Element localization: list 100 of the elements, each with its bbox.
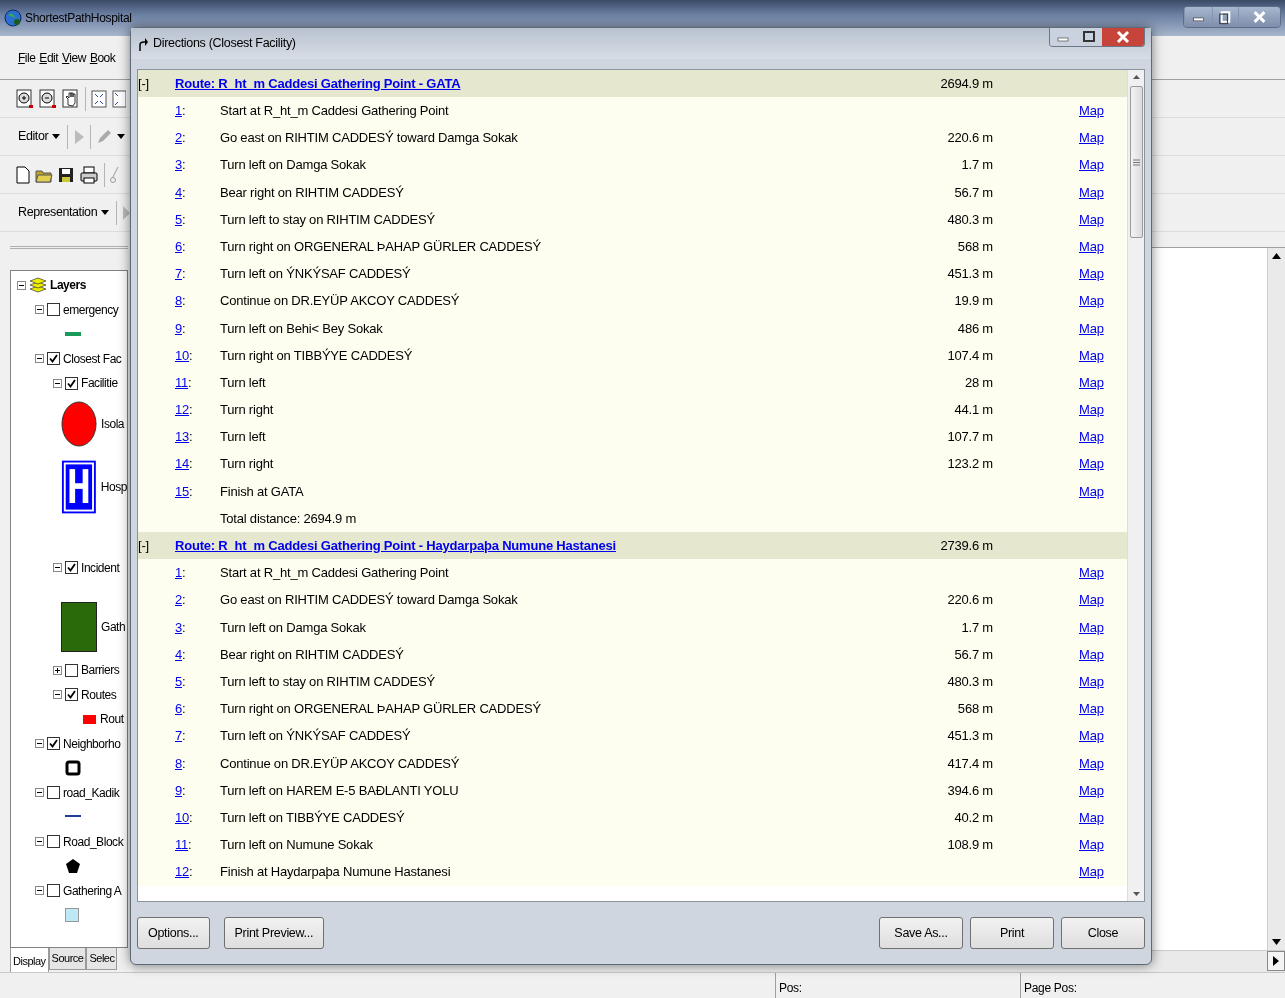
- map-link[interactable]: Map: [1079, 753, 1127, 774]
- fixed-zoom-out-icon[interactable]: [112, 89, 126, 108]
- pan-icon[interactable]: [62, 88, 80, 109]
- layer-name[interactable]: Gathering A: [63, 881, 122, 900]
- layer-name[interactable]: Closest Fac: [63, 349, 122, 368]
- checkbox[interactable]: [47, 786, 60, 800]
- collapse-icon[interactable]: [35, 739, 44, 749]
- collapse-icon[interactable]: [53, 378, 62, 388]
- map-link[interactable]: Map: [1079, 318, 1127, 339]
- menu-item[interactable]: File: [18, 48, 36, 67]
- map-link[interactable]: Map: [1079, 481, 1127, 502]
- layer-name[interactable]: Incident: [81, 558, 120, 577]
- collapse-icon[interactable]: [35, 886, 44, 896]
- expand-icon[interactable]: [53, 665, 62, 675]
- layer-name[interactable]: Neighborho: [63, 734, 121, 753]
- checkbox[interactable]: [47, 737, 60, 751]
- map-link[interactable]: Map: [1079, 780, 1127, 801]
- step-colon: :: [182, 292, 186, 311]
- map-link[interactable]: Map: [1079, 807, 1127, 828]
- map-link[interactable]: Map: [1079, 128, 1127, 148]
- route-link[interactable]: Route: R_ht_m Caddesi Gathering Point - GATA: [175, 73, 883, 94]
- map-link[interactable]: Map: [1079, 835, 1127, 855]
- map-link[interactable]: Map: [1079, 264, 1127, 284]
- layer-name[interactable]: Barriers: [81, 661, 120, 680]
- route-link[interactable]: Route: R_ht_m Caddesi Gathering Point - Haydarpaþa Numune Hastanesi: [175, 536, 883, 556]
- step-text: Bear right on RIHTIM CADDESÝ: [220, 183, 405, 202]
- collapse-toggle[interactable]: [-]: [138, 536, 175, 556]
- collapse-icon[interactable]: [53, 563, 62, 573]
- status-text: Page Pos:: [1024, 980, 1077, 997]
- menu-item[interactable]: Edit: [39, 48, 59, 67]
- checkbox[interactable]: [47, 352, 60, 366]
- dialog-button[interactable]: Print Preview...: [223, 917, 325, 949]
- step-distance: 1.7 m: [960, 618, 993, 637]
- map-link[interactable]: Map: [1079, 617, 1127, 638]
- menu-item[interactable]: View: [62, 48, 86, 67]
- tab[interactable]: Source: [48, 948, 87, 970]
- map-link[interactable]: Map: [1079, 590, 1127, 610]
- scroll-thumb[interactable]: [1129, 86, 1143, 238]
- menu-item[interactable]: Book: [89, 48, 116, 67]
- collapse-icon[interactable]: [35, 305, 44, 315]
- map-link[interactable]: Map: [1079, 699, 1127, 719]
- dialog-button[interactable]: Close: [1061, 917, 1145, 949]
- step-colon: :: [182, 237, 186, 256]
- collapse-icon[interactable]: [35, 354, 44, 364]
- map-link[interactable]: Map: [1079, 182, 1127, 203]
- map-link[interactable]: Map: [1079, 862, 1127, 882]
- layer-name[interactable]: Facilitie: [81, 374, 118, 393]
- restore-icon[interactable]: [1212, 7, 1238, 27]
- dialog-button[interactable]: Save As...: [879, 917, 963, 949]
- map-link[interactable]: Map: [1079, 291, 1127, 311]
- map-link[interactable]: Map: [1079, 671, 1127, 692]
- editor-menu[interactable]: Editor: [16, 125, 63, 148]
- collapse-icon[interactable]: [17, 280, 26, 290]
- pointer-icon[interactable]: [122, 204, 131, 221]
- checkbox[interactable]: [47, 835, 60, 849]
- step-distance: 417.4 m: [946, 754, 993, 773]
- checkbox[interactable]: [65, 376, 78, 390]
- checkbox[interactable]: [65, 663, 78, 677]
- new-file-icon[interactable]: [16, 165, 30, 184]
- fixed-zoom-in-icon[interactable]: [91, 89, 107, 108]
- dialog-button[interactable]: Print: [970, 917, 1054, 949]
- checkbox[interactable]: [65, 561, 78, 575]
- tab[interactable]: Selec: [86, 948, 118, 970]
- map-link[interactable]: Map: [1079, 563, 1127, 583]
- collapse-toggle[interactable]: [-]: [138, 73, 175, 94]
- checkbox[interactable]: [47, 303, 60, 317]
- collapse-icon[interactable]: [35, 837, 44, 847]
- representation-menu[interactable]: Representation: [16, 201, 112, 224]
- map-link[interactable]: Map: [1079, 345, 1127, 366]
- step-distance: 220.6 m: [946, 129, 993, 148]
- map-link[interactable]: Map: [1079, 155, 1127, 175]
- map-link[interactable]: Map: [1079, 644, 1127, 665]
- map-link[interactable]: Map: [1079, 454, 1127, 474]
- step-distance: 568 m: [956, 700, 993, 719]
- checkbox[interactable]: [65, 688, 78, 702]
- dialog-button[interactable]: Options...: [137, 917, 210, 949]
- route-distance: 2739.6 m: [939, 537, 993, 556]
- map-link[interactable]: Map: [1079, 101, 1127, 121]
- save-icon[interactable]: [58, 166, 74, 183]
- collapse-icon[interactable]: [35, 788, 44, 798]
- map-link[interactable]: Map: [1079, 726, 1127, 746]
- step-colon: :: [189, 346, 193, 365]
- layer-name[interactable]: Routes: [81, 685, 117, 704]
- map-link[interactable]: Map: [1079, 209, 1127, 230]
- tab[interactable]: Display: [10, 948, 49, 972]
- step-text: Turn right on ORGENERAL ÞAHAP GÜRLER CADDESÝ: [220, 237, 542, 256]
- map-link[interactable]: Map: [1079, 372, 1127, 393]
- checkbox[interactable]: [47, 884, 60, 898]
- layer-name[interactable]: Road_Block: [63, 832, 124, 851]
- map-link[interactable]: Map: [1079, 400, 1127, 420]
- map-link[interactable]: Map: [1079, 427, 1127, 447]
- layer-name[interactable]: emergency: [63, 300, 119, 319]
- zoom-in-icon[interactable]: [16, 88, 34, 109]
- print-icon[interactable]: [79, 165, 99, 184]
- map-link[interactable]: Map: [1079, 236, 1127, 257]
- layer-name[interactable]: road_Kadik: [63, 783, 120, 802]
- close-icon[interactable]: [1102, 28, 1144, 46]
- collapse-icon[interactable]: [53, 690, 62, 700]
- scroll-right-icon[interactable]: [1267, 951, 1285, 971]
- zoom-out-icon[interactable]: [39, 88, 57, 109]
